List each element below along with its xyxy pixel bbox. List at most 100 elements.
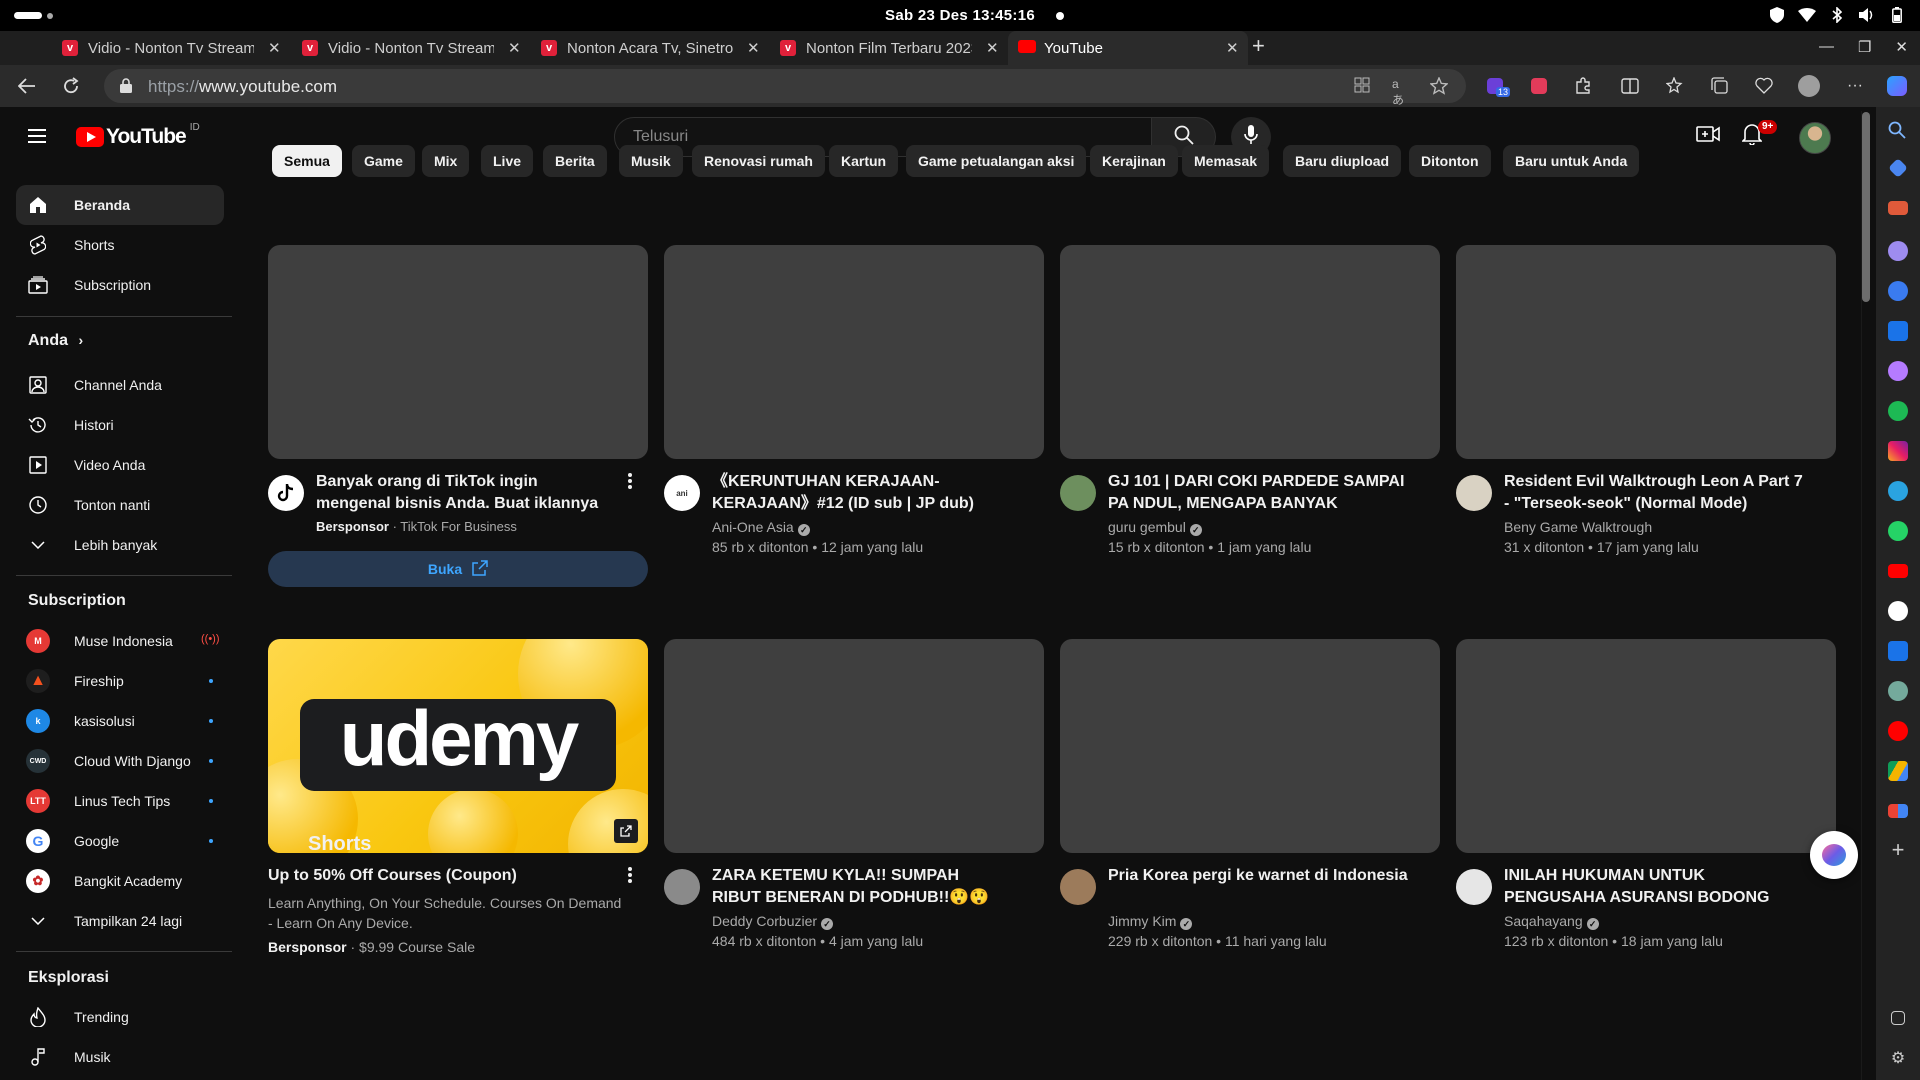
instagram-icon[interactable]	[1888, 441, 1908, 461]
channel-avatar[interactable]	[664, 869, 700, 905]
chip[interactable]: Mix	[422, 145, 470, 177]
youtube-icon[interactable]	[1888, 564, 1908, 578]
shopping-tag-icon[interactable]	[1888, 158, 1908, 178]
sidebar-item-your-videos[interactable]: Video Anda	[16, 445, 224, 485]
extensions-puzzle-icon[interactable]	[1572, 75, 1594, 97]
gmail-icon[interactable]	[1888, 804, 1908, 818]
browser-tab[interactable]: v Nonton Acara Tv, Sinetron ✕	[529, 31, 765, 65]
sidebar-you-heading[interactable]: Anda ›	[28, 332, 83, 350]
user-avatar[interactable]	[1799, 122, 1831, 154]
favorite-star-icon[interactable]	[1429, 76, 1449, 95]
close-tab-icon[interactable]: ✕	[747, 39, 760, 57]
tools-icon[interactable]	[1888, 201, 1908, 215]
close-tab-icon[interactable]: ✕	[508, 39, 521, 57]
channel-name[interactable]: Beny Game Walktrough	[1504, 519, 1652, 535]
sidebar-item-shorts[interactable]: Shorts	[16, 225, 224, 265]
sidebar-sub-bangkit-academy[interactable]: ✿ Bangkit Academy	[16, 861, 224, 901]
sidebar-sub-kasisolusi[interactable]: k kasisolusi	[16, 701, 224, 741]
minimize-icon[interactable]: —	[1819, 38, 1834, 56]
udemy-ad-thumbnail[interactable]: udemy	[268, 639, 648, 853]
chip-all[interactable]: Semua	[272, 145, 342, 177]
maximize-icon[interactable]: ❐	[1858, 38, 1871, 56]
chip[interactable]: Musik	[619, 145, 683, 177]
video-title[interactable]: Resident Evil Walktrough Leon A Part 7 -…	[1504, 471, 1804, 515]
more-options-icon[interactable]	[628, 473, 632, 489]
hide-sidebar-icon[interactable]	[1891, 1011, 1905, 1025]
video-thumbnail[interactable]	[1060, 245, 1440, 459]
sidebar-sub-muse-indonesia[interactable]: M Muse Indonesia ((•))	[16, 621, 224, 661]
sidebar-sub-cloud-with-django[interactable]: CWD Cloud With Django	[16, 741, 224, 781]
split-screen-icon[interactable]	[1619, 75, 1641, 97]
sidebar-item-show-more[interactable]: Lebih banyak	[16, 525, 224, 565]
chip[interactable]: Kartun	[829, 145, 899, 177]
browser-tab[interactable]: v Nonton Film Terbaru 2023 ✕	[768, 31, 1004, 65]
new-tab-button[interactable]: +	[1252, 33, 1265, 59]
extension-badge-icon[interactable]: 13	[1484, 75, 1511, 97]
chip[interactable]: Renovasi rumah	[692, 145, 825, 177]
games-icon[interactable]	[1888, 241, 1908, 261]
video-thumbnail[interactable]	[664, 245, 1044, 459]
sidebar-item-your-channel[interactable]: Channel Anda	[16, 365, 224, 405]
chip[interactable]: Baru diupload	[1283, 145, 1402, 177]
lock-icon[interactable]	[120, 78, 132, 98]
volume-icon[interactable]	[1858, 6, 1876, 24]
sidebar-item-show-more-subs[interactable]: Tampilkan 24 lagi	[16, 901, 224, 941]
video-title[interactable]: Pria Korea pergi ke warnet di Indonesia	[1108, 865, 1408, 887]
sidebar-sub-fireship[interactable]: ▲ Fireship	[16, 661, 224, 701]
channel-avatar[interactable]: ani	[664, 475, 700, 511]
copilot-icon[interactable]	[1886, 75, 1908, 97]
address-bar[interactable]: https://www.youtube.com aあ	[104, 69, 1466, 107]
chip[interactable]: Memasak	[1182, 145, 1270, 177]
settings-gear-icon[interactable]: ⚙	[1888, 1049, 1908, 1069]
telegram-icon[interactable]	[1888, 481, 1908, 501]
profile-icon[interactable]	[1798, 75, 1820, 97]
google-drive-icon[interactable]	[1888, 761, 1908, 781]
calendar-icon[interactable]	[1888, 641, 1908, 661]
shield-icon[interactable]	[1768, 6, 1786, 24]
browser-tab[interactable]: v Vidio - Nonton Tv Streaming ✕	[290, 31, 526, 65]
chip[interactable]: Baru untuk Anda	[1503, 145, 1640, 177]
bluetooth-icon[interactable]	[1828, 6, 1846, 24]
browser-essentials-icon[interactable]	[1753, 75, 1775, 97]
page-scrollbar-thumb[interactable]	[1862, 112, 1870, 302]
video-title[interactable]: GJ 101 | DARI COKI PARDEDE SAMPAI PA NDU…	[1108, 471, 1408, 515]
video-title[interactable]: ZARA KETEMU KYLA!! SUMPAH RIBUT BENERAN …	[712, 865, 1012, 909]
sidebar-item-history[interactable]: Histori	[16, 405, 224, 445]
wifi-icon[interactable]	[1798, 6, 1816, 24]
whatsapp-icon[interactable]	[1888, 521, 1908, 541]
microsoft-365-icon[interactable]	[1888, 281, 1908, 301]
channel-name[interactable]: Deddy Corbuzier ✓	[712, 913, 834, 930]
youtube-music-icon[interactable]	[1888, 721, 1908, 741]
url-text[interactable]: https://www.youtube.com	[148, 77, 337, 97]
chatgpt-icon[interactable]	[1888, 681, 1908, 701]
more-menu-icon[interactable]: ···	[1844, 75, 1866, 97]
add-sidebar-app-icon[interactable]: +	[1888, 839, 1908, 861]
channel-avatar[interactable]	[1456, 869, 1492, 905]
close-tab-icon[interactable]: ✕	[986, 39, 999, 57]
sidebar-sub-google[interactable]: G Google	[16, 821, 224, 861]
app-available-icon[interactable]	[1354, 77, 1372, 95]
chip[interactable]: Live	[481, 145, 534, 177]
open-ad-button[interactable]: Buka	[268, 551, 648, 587]
video-thumbnail[interactable]	[1456, 245, 1836, 459]
extension-red-icon[interactable]	[1528, 75, 1550, 97]
reload-icon[interactable]	[60, 75, 82, 97]
chip[interactable]: Game	[352, 145, 415, 177]
video-thumbnail[interactable]	[1060, 639, 1440, 853]
chip[interactable]: Ditonton	[1409, 145, 1491, 177]
designer-icon[interactable]	[1888, 361, 1908, 381]
video-thumbnail[interactable]	[1456, 639, 1836, 853]
ad-title[interactable]: Up to 50% Off Courses (Coupon)	[268, 865, 608, 887]
github-icon[interactable]	[1888, 601, 1908, 621]
youtube-logo[interactable]: YouTube ID	[76, 122, 200, 149]
favorites-icon[interactable]	[1664, 75, 1686, 97]
video-thumbnail[interactable]	[664, 639, 1044, 853]
channel-avatar[interactable]	[1060, 475, 1096, 511]
channel-name[interactable]: Jimmy Kim ✓	[1108, 913, 1193, 930]
more-options-icon[interactable]	[628, 867, 632, 883]
video-title[interactable]: INILAH HUKUMAN UNTUK PENGUSAHA ASURANSI …	[1504, 865, 1804, 909]
menu-icon[interactable]	[28, 129, 46, 143]
channel-avatar[interactable]	[1060, 869, 1096, 905]
browser-tab[interactable]: v Vidio - Nonton Tv Streaming ✕	[50, 31, 286, 65]
ad-thumbnail[interactable]	[268, 245, 648, 459]
